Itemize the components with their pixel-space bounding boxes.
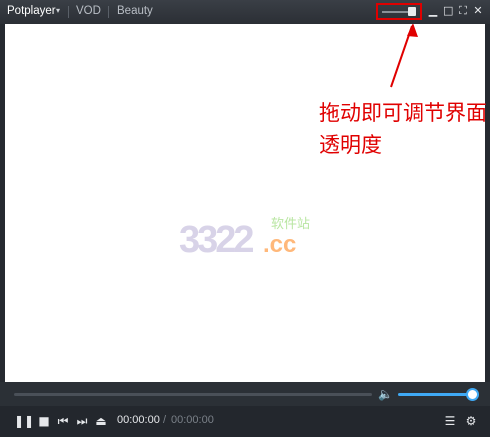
potplayer-window: Potplayer ▾ VOD Beauty ▁ □ ⛶ ✕ 3322 .cc … (0, 0, 490, 437)
opacity-slider-highlight (376, 3, 422, 20)
close-icon[interactable]: ✕ (473, 5, 483, 16)
annotation-arrow (390, 24, 418, 88)
annotation-text: 拖动即可调节界面透明度 (319, 101, 487, 157)
volume-icon[interactable]: 🔈 (378, 387, 394, 401)
title-separator (68, 6, 69, 18)
maximize-icon[interactable]: □ (443, 5, 453, 16)
tab-vod[interactable]: VOD (76, 5, 101, 17)
volume-slider[interactable] (398, 393, 470, 396)
video-area[interactable]: 3322 .cc 软件站 (5, 24, 485, 382)
fullscreen-icon[interactable]: ⛶ (458, 5, 468, 16)
tab-beauty[interactable]: Beauty (117, 5, 153, 17)
title-separator (108, 6, 109, 18)
app-menu-button[interactable]: Potplayer (7, 5, 56, 17)
opacity-slider-thumb[interactable] (408, 7, 416, 16)
chevron-down-icon[interactable]: ▾ (56, 6, 60, 15)
watermark-number: 3322 (179, 219, 255, 261)
pause-icon[interactable]: ❚❚ (14, 413, 34, 429)
time-separator: / (163, 414, 167, 426)
current-time: 00:00:00 (117, 414, 160, 426)
seek-slider[interactable] (14, 393, 372, 396)
watermark-domain: .cc (263, 231, 297, 258)
control-bar: ❚❚ ■ ⏮ ⏭ ⏏ ☰ ⚙ (0, 406, 490, 437)
settings-icon[interactable]: ⚙ (463, 413, 479, 429)
volume-slider-thumb[interactable] (466, 388, 479, 401)
total-time: 00:00:00 (171, 414, 214, 426)
minimize-icon[interactable]: ▁ (428, 5, 438, 16)
next-icon[interactable]: ⏭ (74, 413, 90, 429)
seek-bar-row: 🔈 (0, 382, 490, 406)
playlist-icon[interactable]: ☰ (442, 413, 458, 429)
eject-icon[interactable]: ⏏ (93, 413, 109, 429)
watermark-logo: 3322 .cc 软件站 (179, 217, 319, 270)
watermark-chinese: 软件站 (271, 217, 311, 232)
previous-icon[interactable]: ⏮ (55, 413, 71, 429)
stop-icon[interactable]: ■ (36, 413, 52, 429)
title-bar: Potplayer ▾ VOD Beauty ▁ □ ⛶ ✕ (0, 0, 490, 24)
